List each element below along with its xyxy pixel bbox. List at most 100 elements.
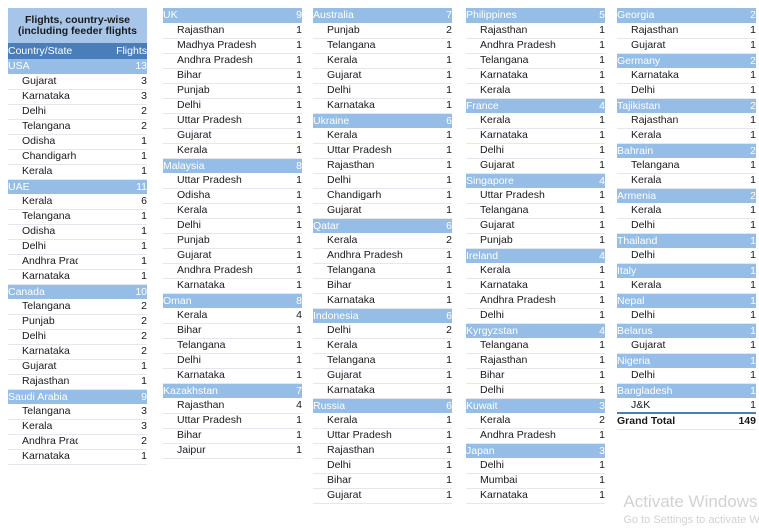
country-name[interactable]: Georgia	[617, 8, 722, 23]
country-name[interactable]: Thailand	[617, 233, 722, 248]
country-name[interactable]: Indonesia	[313, 308, 418, 323]
table-row[interactable]: Kerala 1	[313, 338, 452, 354]
country-group-row[interactable]: Oman 8	[163, 293, 302, 308]
table-row[interactable]: Rajasthan 1	[313, 158, 452, 174]
table-row[interactable]: Karnataka 1	[313, 98, 452, 114]
table-row[interactable]: Punjab 1	[466, 233, 605, 249]
table-row[interactable]: Kerala 1	[466, 83, 605, 99]
table-row[interactable]: Delhi 1	[617, 308, 756, 324]
country-group-row[interactable]: USA 13	[8, 59, 147, 74]
table-row[interactable]: Andhra Pradesh1	[8, 254, 147, 270]
table-row[interactable]: Telangana 2	[8, 299, 147, 315]
table-row[interactable]: Karnataka 1	[466, 68, 605, 84]
country-group-row[interactable]: Armenia 2	[617, 188, 756, 203]
table-row[interactable]: Karnataka 1	[313, 383, 452, 399]
table-row[interactable]: Rajasthan 1	[466, 23, 605, 39]
country-group-row[interactable]: Georgia 2	[617, 8, 756, 23]
table-row[interactable]: Rajasthan 1	[617, 23, 756, 39]
country-group-row[interactable]: Bahrain 2	[617, 143, 756, 158]
table-row[interactable]: Delhi 1	[617, 248, 756, 264]
country-group-row[interactable]: Indonesia 6	[313, 308, 452, 323]
table-row[interactable]: Kerala 1	[313, 413, 452, 429]
table-row[interactable]: Bihar 1	[163, 68, 302, 84]
table-row[interactable]: Kerala 1	[8, 164, 147, 180]
table-row[interactable]: Odisha 1	[8, 224, 147, 240]
table-row[interactable]: Telangana 2	[8, 119, 147, 135]
table-row[interactable]: Telangana 1	[8, 209, 147, 225]
country-name[interactable]: Armenia	[617, 188, 722, 203]
table-row[interactable]: Kerala 3	[8, 419, 147, 435]
table-row[interactable]: Delhi 1	[313, 458, 452, 474]
column-header-flights[interactable]: Flights	[77, 43, 147, 59]
country-group-row[interactable]: Ukraine 6	[313, 113, 452, 128]
table-row[interactable]: Odisha 1	[163, 188, 302, 204]
country-name[interactable]: Kazakhstan	[163, 383, 268, 398]
table-row[interactable]: Rajasthan 4	[163, 398, 302, 414]
table-row[interactable]: Rajasthan 1	[8, 374, 147, 390]
table-row[interactable]: Telangana 1	[466, 203, 605, 219]
table-row[interactable]: Rajasthan 1	[313, 443, 452, 459]
table-row[interactable]: Telangana 3	[8, 404, 147, 420]
country-group-row[interactable]: Philippines 5	[466, 8, 605, 23]
table-row[interactable]: Gujarat 1	[313, 203, 452, 219]
table-row[interactable]: Punjab 1	[163, 83, 302, 99]
table-row[interactable]: Kerala 1	[617, 173, 756, 189]
country-name[interactable]: Belarus	[617, 323, 722, 338]
table-row[interactable]: Uttar Pradesh 1	[466, 188, 605, 204]
table-row[interactable]: Kerala 1	[617, 278, 756, 294]
country-name[interactable]: Singapore	[466, 173, 571, 188]
table-row[interactable]: Gujarat 3	[8, 74, 147, 90]
table-row[interactable]: Delhi 1	[163, 98, 302, 114]
table-row[interactable]: Kerala 1	[466, 113, 605, 129]
column-header-country-state[interactable]: Country/State	[8, 43, 78, 59]
table-row[interactable]: Mumbai 1	[466, 473, 605, 489]
country-name[interactable]: Kuwait	[466, 398, 571, 413]
table-row[interactable]: Punjab 2	[313, 23, 452, 39]
country-name[interactable]: Kyrgyzstan	[466, 323, 571, 338]
table-row[interactable]: Delhi 1	[313, 83, 452, 99]
table-row[interactable]: Delhi 2	[8, 329, 147, 345]
table-row[interactable]: Karnataka 1	[466, 488, 605, 504]
table-row[interactable]: Andhra Pradesh1	[313, 248, 452, 264]
country-name[interactable]: Russia	[313, 398, 418, 413]
table-row[interactable]: Telangana 1	[163, 338, 302, 354]
table-row[interactable]: Telangana 1	[313, 38, 452, 54]
table-row[interactable]: Karnataka 1	[466, 128, 605, 144]
country-name[interactable]: Canada	[8, 284, 78, 299]
country-name[interactable]: Australia	[313, 8, 418, 23]
table-row[interactable]: Jaipur 1	[163, 443, 302, 459]
country-name[interactable]: Italy	[617, 263, 722, 278]
country-group-row[interactable]: Italy 1	[617, 263, 756, 278]
table-row[interactable]: Karnataka 1	[163, 278, 302, 294]
table-row[interactable]: Kerala 2	[313, 233, 452, 249]
table-row[interactable]: Kerala 1	[466, 263, 605, 279]
table-row[interactable]: Gujarat 1	[617, 338, 756, 354]
table-row[interactable]: Delhi 1	[466, 458, 605, 474]
table-row[interactable]: Karnataka 1	[617, 68, 756, 84]
country-name[interactable]: Germany	[617, 53, 722, 68]
country-group-row[interactable]: Singapore 4	[466, 173, 605, 188]
table-row[interactable]: Karnataka 1	[466, 278, 605, 294]
country-name[interactable]: Japan	[466, 443, 571, 458]
table-row[interactable]: Chandigarh 1	[8, 149, 147, 165]
table-row[interactable]: Uttar Pradesh 1	[163, 413, 302, 429]
table-row[interactable]: Karnataka 3	[8, 89, 147, 105]
table-row[interactable]: Gujarat 1	[466, 218, 605, 234]
table-row[interactable]: Telangana 1	[466, 338, 605, 354]
country-group-row[interactable]: Kazakhstan 7	[163, 383, 302, 398]
table-row[interactable]: Telangana 1	[466, 53, 605, 69]
country-name[interactable]: Ukraine	[313, 113, 418, 128]
country-group-row[interactable]: Belarus 1	[617, 323, 756, 338]
table-row[interactable]: Delhi 2	[313, 323, 452, 339]
country-name[interactable]: Bahrain	[617, 143, 722, 158]
table-row[interactable]: Kerala 1	[163, 203, 302, 219]
table-row[interactable]: Bihar 1	[313, 473, 452, 489]
table-row[interactable]: Andhra Pradesh1	[163, 263, 302, 279]
country-group-row[interactable]: France 4	[466, 98, 605, 113]
country-name[interactable]: France	[466, 98, 571, 113]
country-name[interactable]: Nigeria	[617, 353, 722, 368]
table-row[interactable]: J&K 1	[617, 398, 756, 414]
table-row[interactable]: Delhi 1	[466, 143, 605, 159]
country-group-row[interactable]: Kuwait 3	[466, 398, 605, 413]
country-name[interactable]: Tajikistan	[617, 98, 722, 113]
